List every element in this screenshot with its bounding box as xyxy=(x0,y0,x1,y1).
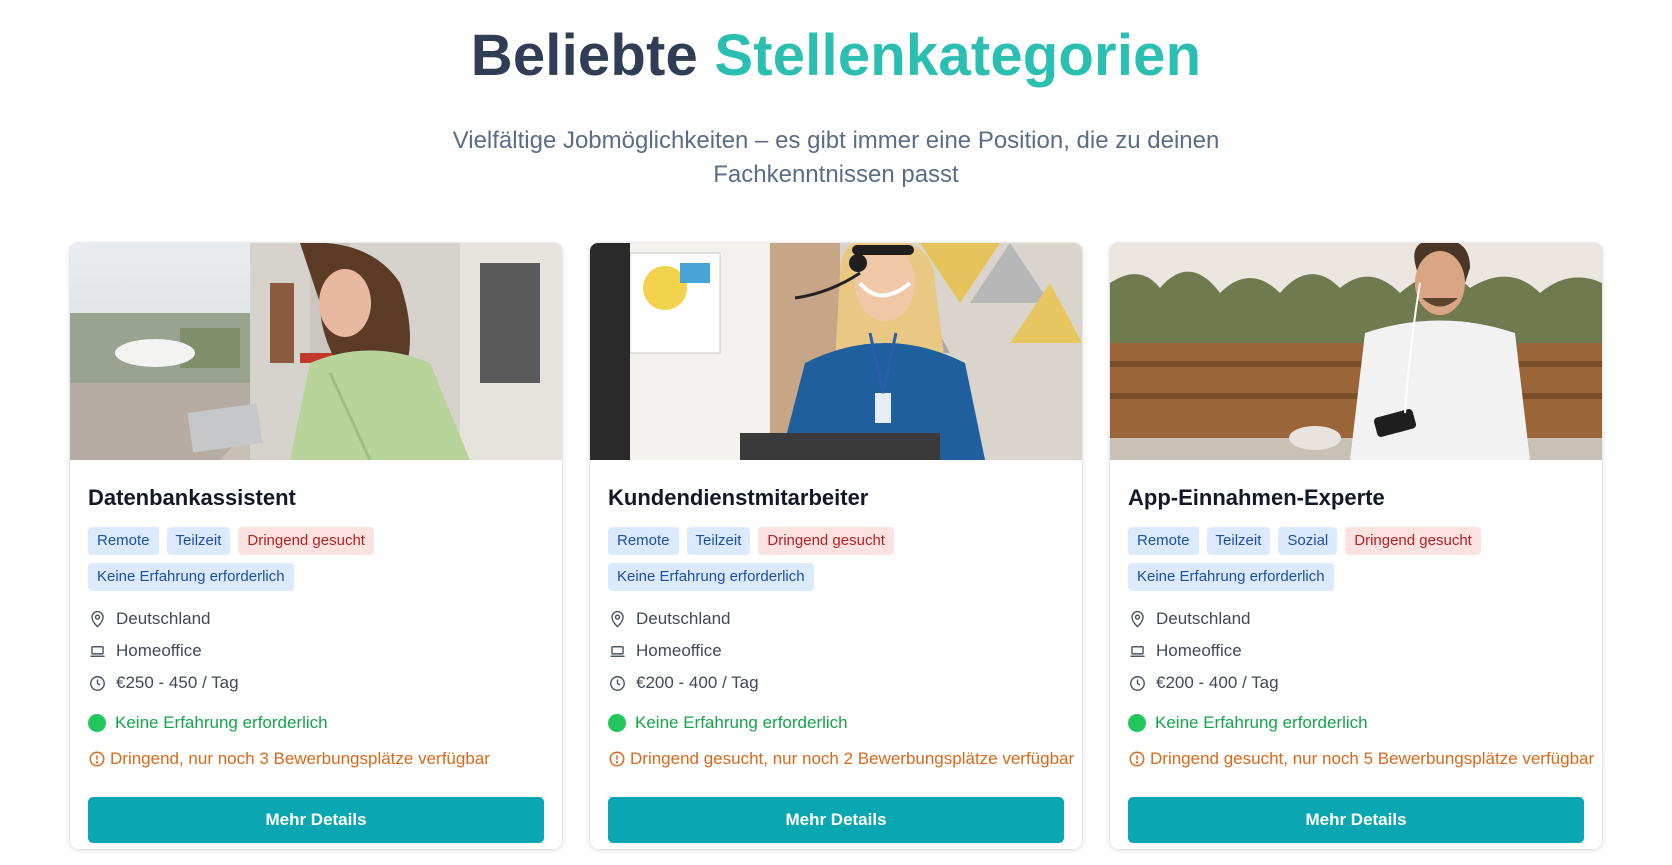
location-text: Deutschland xyxy=(116,609,211,628)
job-title: Kundendienstmitarbeiter xyxy=(608,485,869,510)
salary-text: €250 - 450 / Tag xyxy=(116,673,239,692)
job-card: App-Einnahmen-Experte Remote Teilzeit So… xyxy=(1110,243,1602,849)
salary-text: €200 - 400 / Tag xyxy=(636,673,759,692)
tag-dringend: Dringend gesucht xyxy=(758,527,894,555)
job-card-photo xyxy=(70,243,562,460)
job-card: Kundendienstmitarbeiter Remote Teilzeit … xyxy=(590,243,1082,849)
job-title: Datenbankassistent xyxy=(88,485,296,510)
experience-indicator: Keine Erfahrung erforderlich xyxy=(88,707,544,739)
laptop-icon xyxy=(610,645,625,657)
experience-indicator: Keine Erfahrung erforderlich xyxy=(1128,707,1584,739)
section-title: Beliebte Stellenkategorien xyxy=(0,22,1672,90)
urgency-notice: Dringend gesucht, nur noch 5 Bewerbungsp… xyxy=(1128,743,1594,775)
location-text: Deutschland xyxy=(1156,609,1251,628)
location-text: Deutschland xyxy=(636,609,731,628)
job-card: Datenbankassistent Remote Teilzeit Dring… xyxy=(70,243,562,849)
section-title-main: Beliebte xyxy=(470,23,698,88)
location-row: Deutschland xyxy=(1128,603,1584,635)
tag-keine-erfahrung: Keine Erfahrung erforderlich xyxy=(608,563,814,591)
salary-row: €250 - 450 / Tag xyxy=(88,667,544,699)
section-header: Beliebte Stellenkategorien Vielfältige J… xyxy=(0,0,1672,192)
salary-row: €200 - 400 / Tag xyxy=(1128,667,1584,699)
urgency-text: Dringend gesucht, nur noch 5 Bewerbungsp… xyxy=(1150,749,1595,768)
clock-icon xyxy=(1130,675,1145,691)
location-row: Deutschland xyxy=(608,603,1064,635)
job-card-photo xyxy=(590,243,1082,460)
urgency-notice: Dringend, nur noch 3 Bewerbungsplätze ve… xyxy=(88,743,544,775)
location-row: Deutschland xyxy=(88,603,544,635)
tag-teilzeit: Teilzeit xyxy=(686,527,751,555)
more-details-button[interactable]: Mehr Details xyxy=(608,797,1064,843)
work-mode-row: Homeoffice xyxy=(88,635,544,667)
tag-dringend: Dringend gesucht xyxy=(1345,527,1481,555)
job-title: App-Einnahmen-Experte xyxy=(1128,485,1385,510)
tag-list: Remote Teilzeit Dringend gesucht Keine E… xyxy=(608,527,1048,591)
salary-row: €200 - 400 / Tag xyxy=(608,667,1064,699)
job-meta: Deutschland Homeoffice €200 - 400 / Tag xyxy=(608,603,1064,699)
laptop-icon xyxy=(90,645,105,657)
laptop-icon xyxy=(1130,645,1145,657)
urgency-notice: Dringend gesucht, nur noch 2 Bewerbungsp… xyxy=(608,743,1074,775)
tag-teilzeit: Teilzeit xyxy=(1206,527,1271,555)
tag-remote: Remote xyxy=(88,527,159,555)
tag-keine-erfahrung: Keine Erfahrung erforderlich xyxy=(1128,563,1334,591)
job-meta: Deutschland Homeoffice €250 - 450 / Tag xyxy=(88,603,544,699)
green-dot-icon xyxy=(608,714,626,732)
green-dot-icon xyxy=(1128,714,1146,732)
experience-indicator: Keine Erfahrung erforderlich xyxy=(608,707,1064,739)
tag-list: Remote Teilzeit Sozial Dringend gesucht … xyxy=(1128,527,1568,591)
tag-sozial: Sozial xyxy=(1278,527,1338,555)
work-mode-text: Homeoffice xyxy=(636,641,722,660)
alert-circle-icon xyxy=(89,751,105,767)
alert-circle-icon xyxy=(1129,751,1145,767)
section-title-accent: Stellenkategorien xyxy=(714,23,1202,88)
urgency-text: Dringend, nur noch 3 Bewerbungsplätze ve… xyxy=(110,749,490,768)
location-pin-icon xyxy=(91,610,104,628)
tag-teilzeit: Teilzeit xyxy=(166,527,231,555)
work-mode-row: Homeoffice xyxy=(608,635,1064,667)
tag-remote: Remote xyxy=(608,527,679,555)
work-mode-text: Homeoffice xyxy=(1156,641,1242,660)
alert-circle-icon xyxy=(609,751,625,767)
clock-icon xyxy=(90,675,105,691)
experience-text: Keine Erfahrung erforderlich xyxy=(635,713,848,732)
tag-keine-erfahrung: Keine Erfahrung erforderlich xyxy=(88,563,294,591)
work-mode-row: Homeoffice xyxy=(1128,635,1584,667)
experience-text: Keine Erfahrung erforderlich xyxy=(115,713,328,732)
urgency-text: Dringend gesucht, nur noch 2 Bewerbungsp… xyxy=(630,749,1075,768)
tag-dringend: Dringend gesucht xyxy=(238,527,374,555)
location-pin-icon xyxy=(611,610,624,628)
more-details-button[interactable]: Mehr Details xyxy=(1128,797,1584,843)
location-pin-icon xyxy=(1131,610,1144,628)
tag-list: Remote Teilzeit Dringend gesucht Keine E… xyxy=(88,527,528,591)
green-dot-icon xyxy=(88,714,106,732)
section-subtitle: Vielfältige Jobmöglichkeiten – es gibt i… xyxy=(452,127,1220,188)
work-mode-text: Homeoffice xyxy=(116,641,202,660)
job-card-photo xyxy=(1110,243,1602,460)
more-details-button[interactable]: Mehr Details xyxy=(88,797,544,843)
job-card-list: Datenbankassistent Remote Teilzeit Dring… xyxy=(70,243,1602,849)
experience-text: Keine Erfahrung erforderlich xyxy=(1155,713,1368,732)
job-meta: Deutschland Homeoffice €200 - 400 / Tag xyxy=(1128,603,1584,699)
tag-remote: Remote xyxy=(1128,527,1199,555)
salary-text: €200 - 400 / Tag xyxy=(1156,673,1279,692)
clock-icon xyxy=(610,675,625,691)
